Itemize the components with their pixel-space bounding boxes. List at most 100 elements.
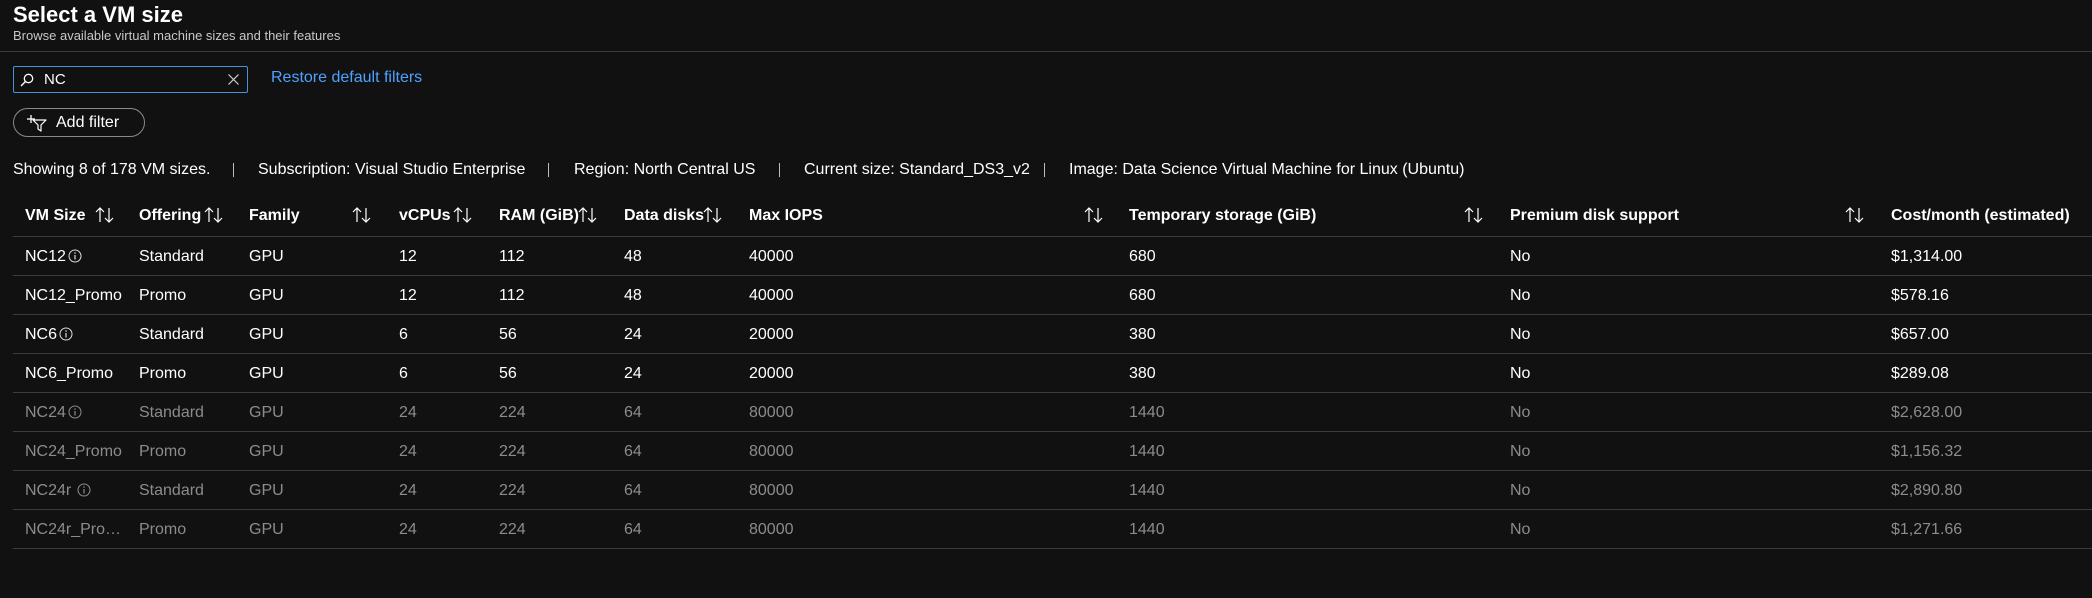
close-icon[interactable] [228,74,239,85]
temporary-storage-cell: 1440 [1129,521,1165,538]
table-row[interactable]: NC24 Standard GPU 24 224 64 80000 1440 No $2,628.… [13,393,2092,432]
info-icon[interactable] [68,405,82,419]
restore-default-filters-link[interactable]: Restore default filters [271,68,422,88]
search-input[interactable] [44,70,234,89]
vm-size-cell: NC24r [25,482,72,499]
sort-icon[interactable] [1084,206,1104,224]
max-iops-cell: 80000 [749,482,794,499]
vm-size-cell: NC12_Promo [25,287,122,304]
column-header-max-iops[interactable]: Max IOPS [749,206,823,226]
table-row[interactable]: NC24_Promo Promo GPU 24 224 64 80000 1440 No $1,1… [13,432,2092,471]
search-box[interactable] [13,66,248,93]
column-header-premium-disk-support[interactable]: Premium disk support [1510,206,1679,226]
offering-cell: Standard [139,404,204,421]
current-size-info: Current size: Standard_DS3_v2 [804,161,1030,178]
ram-cell: 224 [499,404,526,421]
family-cell: GPU [249,482,284,499]
family-cell: GPU [249,365,284,382]
family-cell: GPU [249,326,284,343]
column-header-family[interactable]: Family [249,206,300,226]
column-header-data-disks[interactable]: Data disks [624,206,704,226]
max-iops-cell: 40000 [749,287,794,304]
ram-cell: 112 [499,248,525,265]
vcpus-cell: 24 [399,404,417,421]
data-disks-cell: 64 [624,482,642,499]
temporary-storage-cell: 1440 [1129,482,1165,499]
column-header-offering[interactable]: Offering [139,206,201,226]
column-header-vm-size[interactable]: VM Size [25,206,85,226]
summary-separator [233,163,234,177]
vcpus-cell: 12 [399,287,417,304]
ram-cell: 224 [499,482,526,499]
sort-icon[interactable] [703,206,723,224]
info-icon[interactable] [77,483,91,497]
premium-disk-support-cell: No [1510,443,1531,460]
data-disks-cell: 48 [624,248,642,265]
max-iops-cell: 80000 [749,521,794,538]
vm-size-cell: NC24r_Promo [25,521,127,538]
vcpus-cell: 6 [399,365,408,382]
summary-separator [1044,163,1045,177]
offering-cell: Standard [139,326,204,343]
page-subtitle: Browse available virtual machine sizes a… [13,28,341,43]
offering-cell: Standard [139,482,204,499]
family-cell: GPU [249,521,284,538]
table-row[interactable]: NC6_Promo Promo GPU 6 56 24 20000 380 No $289.08 [13,354,2092,393]
table-row[interactable]: NC24r Standard GPU 24 224 64 80000 1440 No $2,890… [13,471,2092,510]
offering-cell: Promo [139,521,187,538]
summary-separator [548,163,549,177]
data-disks-cell: 64 [624,443,642,460]
sort-icon[interactable] [204,206,224,224]
sort-icon[interactable] [95,206,115,224]
subscription-info: Subscription: Visual Studio Enterprise [258,161,526,178]
cost-cell: $657.00 [1891,326,1949,343]
premium-disk-support-cell: No [1510,248,1531,265]
add-filter-label: Add filter [56,114,120,131]
family-cell: GPU [249,443,284,460]
sort-icon[interactable] [352,206,372,224]
premium-disk-support-cell: No [1510,482,1531,499]
vm-size-cell: NC12 [25,248,66,265]
info-icon[interactable] [68,249,82,263]
offering-cell: Standard [139,248,204,265]
add-filter-button[interactable]: Add filter [13,108,145,137]
vm-size-cell: NC6 [25,326,58,343]
cost-cell: $289.08 [1891,365,1949,382]
column-header-ram[interactable]: RAM (GiB) [499,206,579,226]
offering-cell: Promo [139,287,187,304]
table-header: VM Size Offering Family vCPUs RAM (GiB) … [13,198,2092,237]
cost-cell: $2,890.80 [1891,482,1963,499]
ram-cell: 224 [499,521,526,538]
data-disks-cell: 64 [624,521,642,538]
temporary-storage-cell: 380 [1129,326,1156,343]
max-iops-cell: 80000 [749,404,794,421]
sort-icon[interactable] [453,206,473,224]
table-row[interactable]: NC12 Standard GPU 12 112 48 40000 680 No $1,314.0… [13,237,2092,276]
vcpus-cell: 24 [399,443,417,460]
max-iops-cell: 20000 [749,326,794,343]
sort-icon[interactable] [1845,206,1865,224]
vcpus-cell: 24 [399,482,417,499]
vm-size-cell: NC6_Promo [25,365,114,382]
family-cell: GPU [249,404,284,421]
column-header-cost-month[interactable]: Cost/month (estimated) [1891,206,2070,226]
page-title: Select a VM size [13,2,183,27]
vcpus-cell: 24 [399,521,417,538]
max-iops-cell: 80000 [749,443,794,460]
ram-cell: 224 [499,443,526,460]
table-row[interactable]: NC6 Standard GPU 6 56 24 20000 380 No $657.00 [13,315,2092,354]
data-disks-cell: 24 [624,365,642,382]
sort-icon[interactable] [1464,206,1484,224]
column-header-temporary-storage[interactable]: Temporary storage (GiB) [1129,206,1316,226]
vcpus-cell: 12 [399,248,417,265]
table-row[interactable]: NC12_Promo Promo GPU 12 112 48 40000 680 No $578.… [13,276,2092,315]
vcpus-cell: 6 [399,326,408,343]
temporary-storage-cell: 680 [1129,248,1156,265]
vm-size-cell: NC24 [25,404,66,421]
header-divider [0,51,2092,52]
column-header-vcpus[interactable]: vCPUs [399,206,451,226]
family-cell: GPU [249,287,284,304]
sort-icon[interactable] [578,206,598,224]
info-icon[interactable] [59,327,73,341]
table-row[interactable]: NC24r_Promo Promo GPU 24 224 64 80000 1440 No $1,… [13,510,2092,549]
